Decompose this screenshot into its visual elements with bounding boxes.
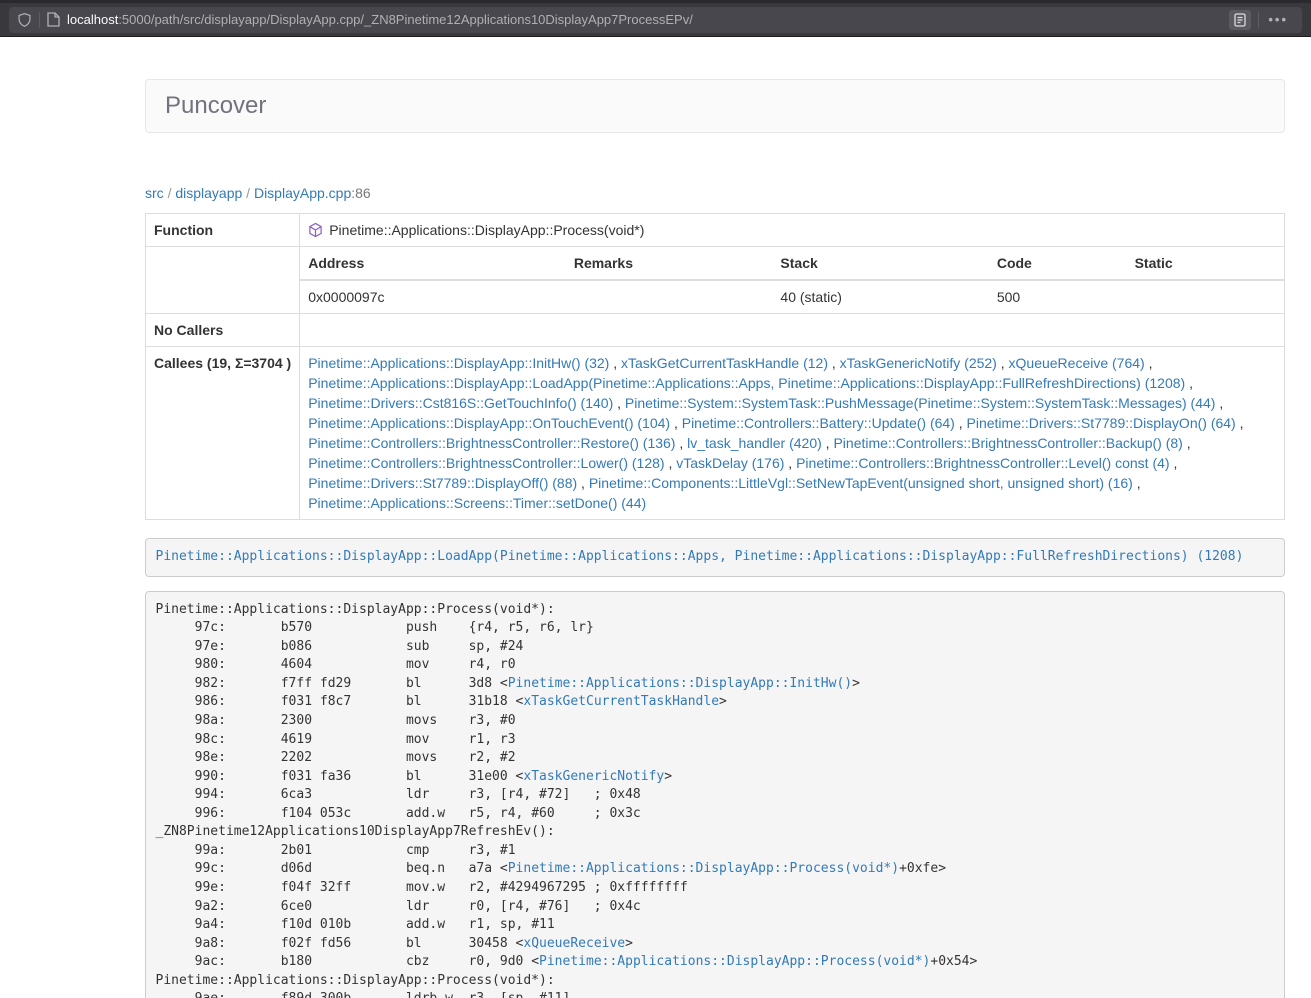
browser-chrome: localhost:5000/path/src/displayapp/Displ…: [0, 0, 1311, 37]
callee-link[interactable]: Pinetime::Applications::DisplayApp::Init…: [308, 355, 609, 371]
callee-link[interactable]: Pinetime::Components::LittleVgl::SetNewT…: [589, 475, 1133, 491]
callee-separator: ,: [1145, 355, 1153, 371]
stats-data-row: 0x0000097c 40 (static) 500: [300, 280, 1284, 313]
disassembly: Pinetime::Applications::DisplayApp::Proc…: [145, 591, 1285, 998]
breadcrumb-line-number: :86: [351, 185, 370, 201]
callee-separator: ,: [665, 455, 677, 471]
callee-link[interactable]: lv_task_handler (420): [687, 435, 822, 451]
callee-link[interactable]: Pinetime::Applications::DisplayApp::Load…: [308, 375, 1185, 391]
symbol-link[interactable]: Pinetime::Applications::DisplayApp::Proc…: [539, 954, 930, 969]
breadcrumb-separator: /: [168, 185, 172, 201]
callee-separator: ,: [1185, 375, 1193, 391]
callee-link[interactable]: xQueueReceive (764): [1009, 355, 1145, 371]
code-size-value: 500: [989, 280, 1127, 313]
callee-link[interactable]: Pinetime::Applications::DisplayApp::OnTo…: [308, 415, 670, 431]
shield-icon[interactable]: [17, 12, 32, 28]
callee-separator: ,: [997, 355, 1009, 371]
function-name: Pinetime::Applications::DisplayApp::Proc…: [329, 220, 644, 240]
function-stats-table: Address Remarks Stack Code Static 0x0000…: [300, 247, 1284, 313]
highlighted-symbol-link[interactable]: Pinetime::Applications::DisplayApp::Load…: [156, 549, 1244, 564]
breadcrumb-displayapp-link[interactable]: displayapp: [175, 185, 242, 201]
callee-separator: ,: [1215, 395, 1223, 411]
callee-separator: ,: [828, 355, 840, 371]
callee-separator: ,: [1236, 415, 1244, 431]
browser-toolbar: localhost:5000/path/src/displayapp/Displ…: [0, 3, 1311, 36]
page-title: Puncover: [165, 92, 266, 119]
callee-separator: ,: [613, 395, 625, 411]
static-value: [1127, 280, 1284, 313]
callee-link[interactable]: Pinetime::Controllers::Battery::Update()…: [682, 415, 955, 431]
callee-separator: ,: [822, 435, 834, 451]
callee-link[interactable]: Pinetime::Controllers::BrightnessControl…: [308, 435, 675, 451]
function-row-label: Function: [146, 214, 300, 247]
urlbar-divider-2: [1258, 12, 1259, 28]
breadcrumb: src / displayapp / DisplayApp.cpp:86: [145, 185, 1285, 201]
column-header-stack: Stack: [772, 247, 988, 280]
callee-link[interactable]: Pinetime::Controllers::BrightnessControl…: [308, 455, 664, 471]
callee-separator: ,: [784, 455, 796, 471]
page-icon[interactable]: [47, 12, 60, 27]
table-row: Address Remarks Stack Code Static 0x0000…: [146, 247, 1285, 314]
callee-separator: ,: [577, 475, 589, 491]
callee-link[interactable]: vTaskDelay (176): [676, 455, 784, 471]
column-header-remarks: Remarks: [566, 247, 773, 280]
callee-link[interactable]: Pinetime::Controllers::BrightnessControl…: [796, 455, 1169, 471]
highlighted-symbol-box: Pinetime::Applications::DisplayApp::Load…: [145, 538, 1285, 577]
url-bar[interactable]: localhost:5000/path/src/displayapp/Displ…: [9, 7, 1302, 33]
symbol-link[interactable]: Pinetime::Applications::DisplayApp::Proc…: [508, 861, 899, 876]
function-detail-table: Function Pinetime::Applications::Display…: [145, 213, 1285, 520]
callee-link[interactable]: Pinetime::Drivers::St7789::DisplayOn() (…: [967, 415, 1236, 431]
callees-list: Pinetime::Applications::DisplayApp::Init…: [300, 347, 1285, 520]
stack-value: 40 (static): [772, 280, 988, 313]
column-header-code: Code: [989, 247, 1127, 280]
callee-separator: ,: [1133, 475, 1141, 491]
breadcrumb-separator: /: [246, 185, 250, 201]
column-header-address: Address: [300, 247, 566, 280]
no-callers-label: No Callers: [146, 314, 300, 347]
callee-link[interactable]: xTaskGetCurrentTaskHandle (12): [621, 355, 828, 371]
symbol-cube-icon: [308, 222, 323, 238]
callee-link[interactable]: Pinetime::System::SystemTask::PushMessag…: [625, 395, 1216, 411]
symbol-link[interactable]: xQueueReceive: [523, 936, 625, 951]
callee-link[interactable]: Pinetime::Controllers::BrightnessControl…: [833, 435, 1182, 451]
callee-separator: ,: [670, 415, 682, 431]
callee-separator: ,: [1183, 435, 1191, 451]
url-host: localhost: [67, 12, 118, 27]
breadcrumb-src-link[interactable]: src: [145, 185, 164, 201]
callee-separator: ,: [1170, 455, 1178, 471]
callers-cell: [300, 314, 1285, 347]
callee-link[interactable]: Pinetime::Drivers::Cst816S::GetTouchInfo…: [308, 395, 613, 411]
callee-link[interactable]: Pinetime::Applications::Screens::Timer::…: [308, 495, 646, 511]
callee-separator: ,: [609, 355, 621, 371]
url-path: :5000/path/src/displayapp/DisplayApp.cpp…: [118, 12, 693, 27]
empty-label-cell: [146, 247, 300, 314]
page-actions-menu-icon[interactable]: •••: [1268, 12, 1288, 27]
table-row: Function Pinetime::Applications::Display…: [146, 214, 1285, 247]
breadcrumb-file-link[interactable]: DisplayApp.cpp: [254, 185, 351, 201]
symbol-link[interactable]: xTaskGetCurrentTaskHandle: [523, 694, 719, 709]
app-header: Puncover: [145, 79, 1285, 133]
callee-link[interactable]: xTaskGenericNotify (252): [840, 355, 997, 371]
symbol-link[interactable]: Pinetime::Applications::DisplayApp::Init…: [508, 676, 852, 691]
callee-separator: ,: [675, 435, 687, 451]
remarks-value: [566, 280, 773, 313]
url-text[interactable]: localhost:5000/path/src/displayapp/Displ…: [67, 12, 1229, 27]
callees-label: Callees (19, Σ=3704 ): [146, 347, 300, 520]
reader-mode-icon[interactable]: [1229, 10, 1251, 30]
column-header-static: Static: [1127, 247, 1284, 280]
page-content: Puncover src / displayapp / DisplayApp.c…: [145, 79, 1285, 998]
symbol-link[interactable]: xTaskGenericNotify: [523, 769, 664, 784]
callee-link[interactable]: Pinetime::Drivers::St7789::DisplayOff() …: [308, 475, 577, 491]
table-row: No Callers: [146, 314, 1285, 347]
address-value: 0x0000097c: [300, 280, 566, 313]
urlbar-divider: [39, 12, 40, 28]
callee-separator: ,: [955, 415, 967, 431]
table-row: Callees (19, Σ=3704 ) Pinetime::Applicat…: [146, 347, 1285, 520]
stats-header-row: Address Remarks Stack Code Static: [300, 247, 1284, 280]
